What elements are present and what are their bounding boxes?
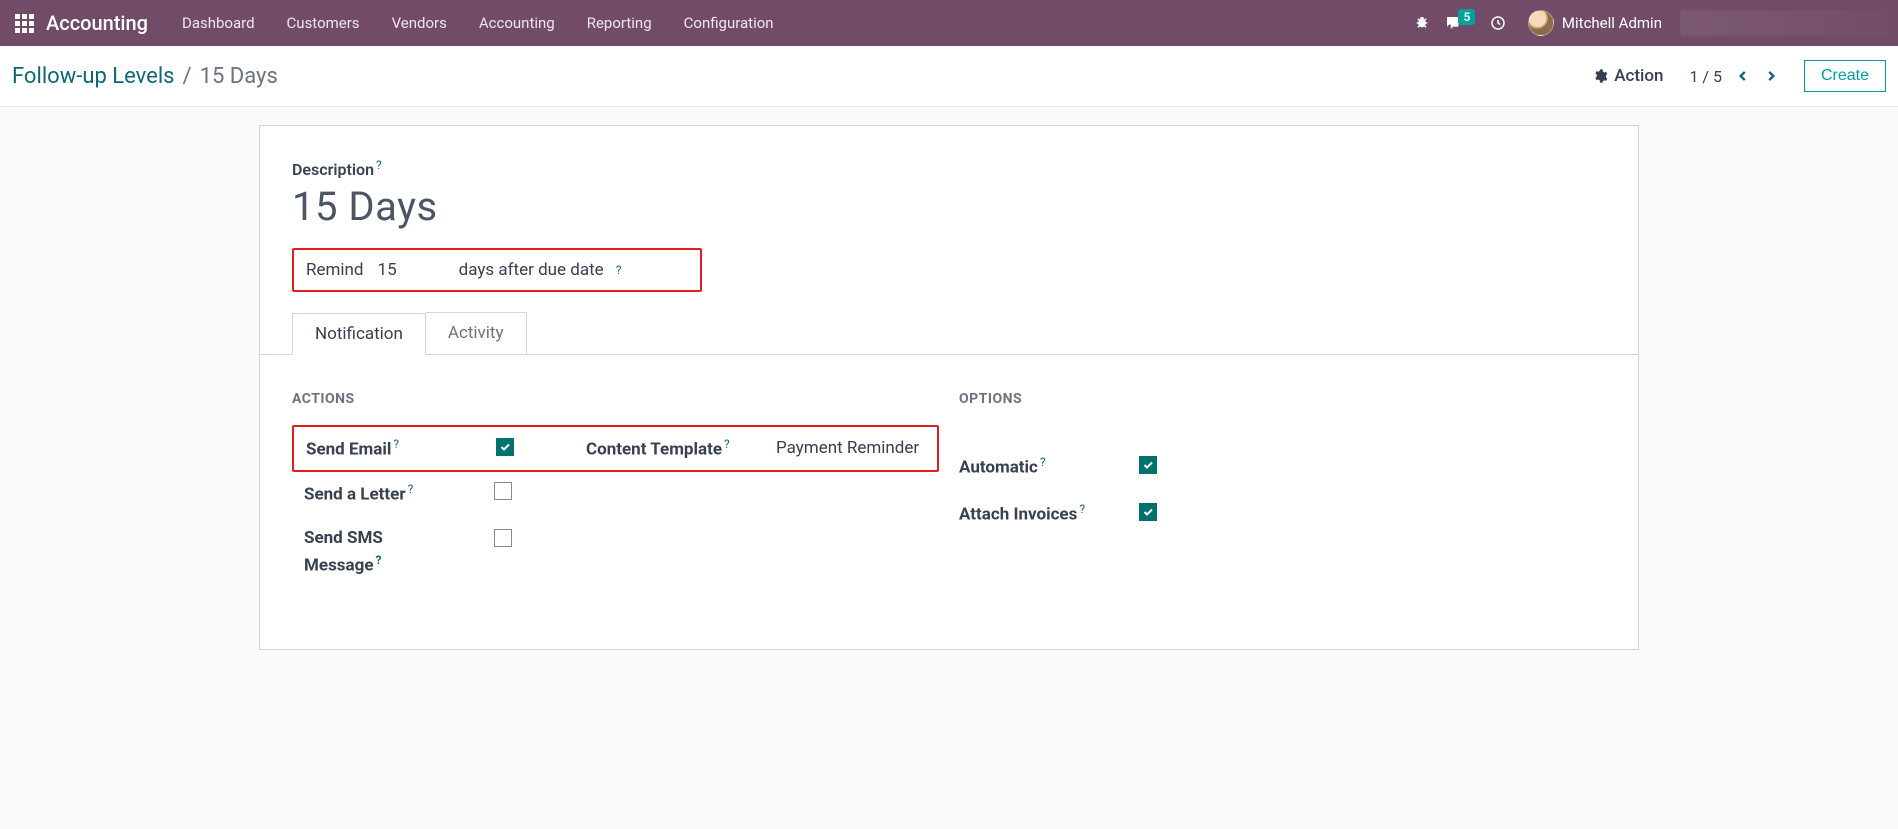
automatic-label: Automatic	[959, 458, 1038, 478]
help-icon[interactable]: ?	[376, 158, 382, 172]
help-icon[interactable]: ?	[1079, 502, 1085, 516]
help-icon[interactable]: ?	[376, 553, 382, 567]
actions-legend: ACTIONS	[292, 391, 939, 421]
breadcrumb-sep: /	[183, 64, 192, 89]
attach-invoices-checkbox[interactable]	[1139, 503, 1157, 521]
breadcrumb-root[interactable]: Follow-up Levels	[12, 64, 175, 89]
controlbar: Follow-up Levels / 15 Days Action 1 / 5 …	[0, 46, 1898, 107]
send-sms-checkbox[interactable]	[494, 529, 512, 547]
description-label: Description	[292, 160, 374, 179]
user-name: Mitchell Admin	[1562, 14, 1662, 32]
clock-icon[interactable]	[1480, 5, 1516, 41]
nav-accounting[interactable]: Accounting	[463, 0, 571, 46]
automatic-checkbox[interactable]	[1139, 456, 1157, 474]
navbar: Accounting Dashboard Customers Vendors A…	[0, 0, 1898, 46]
send-email-checkbox[interactable]	[496, 438, 514, 456]
nav-vendors[interactable]: Vendors	[376, 0, 463, 46]
help-icon[interactable]: ?	[724, 437, 730, 451]
help-icon[interactable]: ?	[616, 263, 622, 277]
remind-label: Remind	[306, 260, 364, 280]
remind-suffix: days after due date	[459, 260, 604, 280]
apps-icon[interactable]	[8, 7, 40, 39]
nav-reporting[interactable]: Reporting	[571, 0, 668, 46]
content-template-label: Content Template	[586, 440, 722, 460]
form-sheet: Description? 15 Days Remind 15 days afte…	[259, 125, 1639, 650]
avatar	[1528, 10, 1554, 36]
options-legend: OPTIONS	[959, 391, 1606, 443]
chevron-left-icon[interactable]	[1736, 67, 1750, 85]
breadcrumb-current: 15 Days	[200, 64, 278, 89]
gear-icon	[1592, 68, 1608, 84]
breadcrumb: Follow-up Levels / 15 Days	[12, 64, 278, 89]
send-letter-label: Send a Letter	[304, 484, 406, 504]
create-button[interactable]: Create	[1804, 60, 1886, 92]
remind-row: Remind 15 days after due date?	[292, 248, 702, 292]
nav-systray: 5 Mitchell Admin	[1404, 5, 1890, 41]
blurred-region	[1680, 10, 1890, 36]
help-icon[interactable]: ?	[393, 437, 399, 451]
pager: 1 / 5	[1689, 67, 1778, 86]
nav-configuration[interactable]: Configuration	[668, 0, 790, 46]
send-letter-checkbox[interactable]	[494, 482, 512, 500]
attach-invoices-label: Attach Invoices	[959, 504, 1077, 524]
messages-badge: 5	[1458, 9, 1475, 25]
remind-value[interactable]: 15	[374, 260, 449, 280]
bug-icon[interactable]	[1404, 5, 1440, 41]
nav-menu: Dashboard Customers Vendors Accounting R…	[166, 0, 790, 46]
nav-customers[interactable]: Customers	[271, 0, 376, 46]
app-brand[interactable]: Accounting	[46, 11, 148, 35]
nav-dashboard[interactable]: Dashboard	[166, 0, 271, 46]
options-group: OPTIONS Automatic? Attach Invoices?	[959, 391, 1606, 589]
action-menu[interactable]: Action	[1592, 66, 1663, 86]
user-menu[interactable]: Mitchell Admin	[1518, 10, 1672, 36]
help-icon[interactable]: ?	[408, 482, 414, 496]
tab-notification[interactable]: Notification	[292, 313, 426, 355]
chevron-right-icon[interactable]	[1764, 67, 1778, 85]
content-template-value[interactable]: Payment Reminder	[776, 438, 925, 458]
tabs: Notification Activity	[260, 312, 1638, 355]
description-value[interactable]: 15 Days	[292, 183, 1606, 230]
help-icon[interactable]: ?	[1040, 455, 1046, 469]
action-label: Action	[1614, 66, 1663, 86]
actions-group: ACTIONS Send Email? Content Template? Pa…	[292, 391, 939, 589]
pager-text: 1 / 5	[1689, 67, 1722, 86]
send-sms-label: Send SMS Message?	[304, 525, 494, 579]
tab-activity[interactable]: Activity	[426, 312, 527, 354]
messages-icon[interactable]: 5	[1442, 5, 1478, 41]
send-email-label: Send Email	[306, 440, 391, 460]
